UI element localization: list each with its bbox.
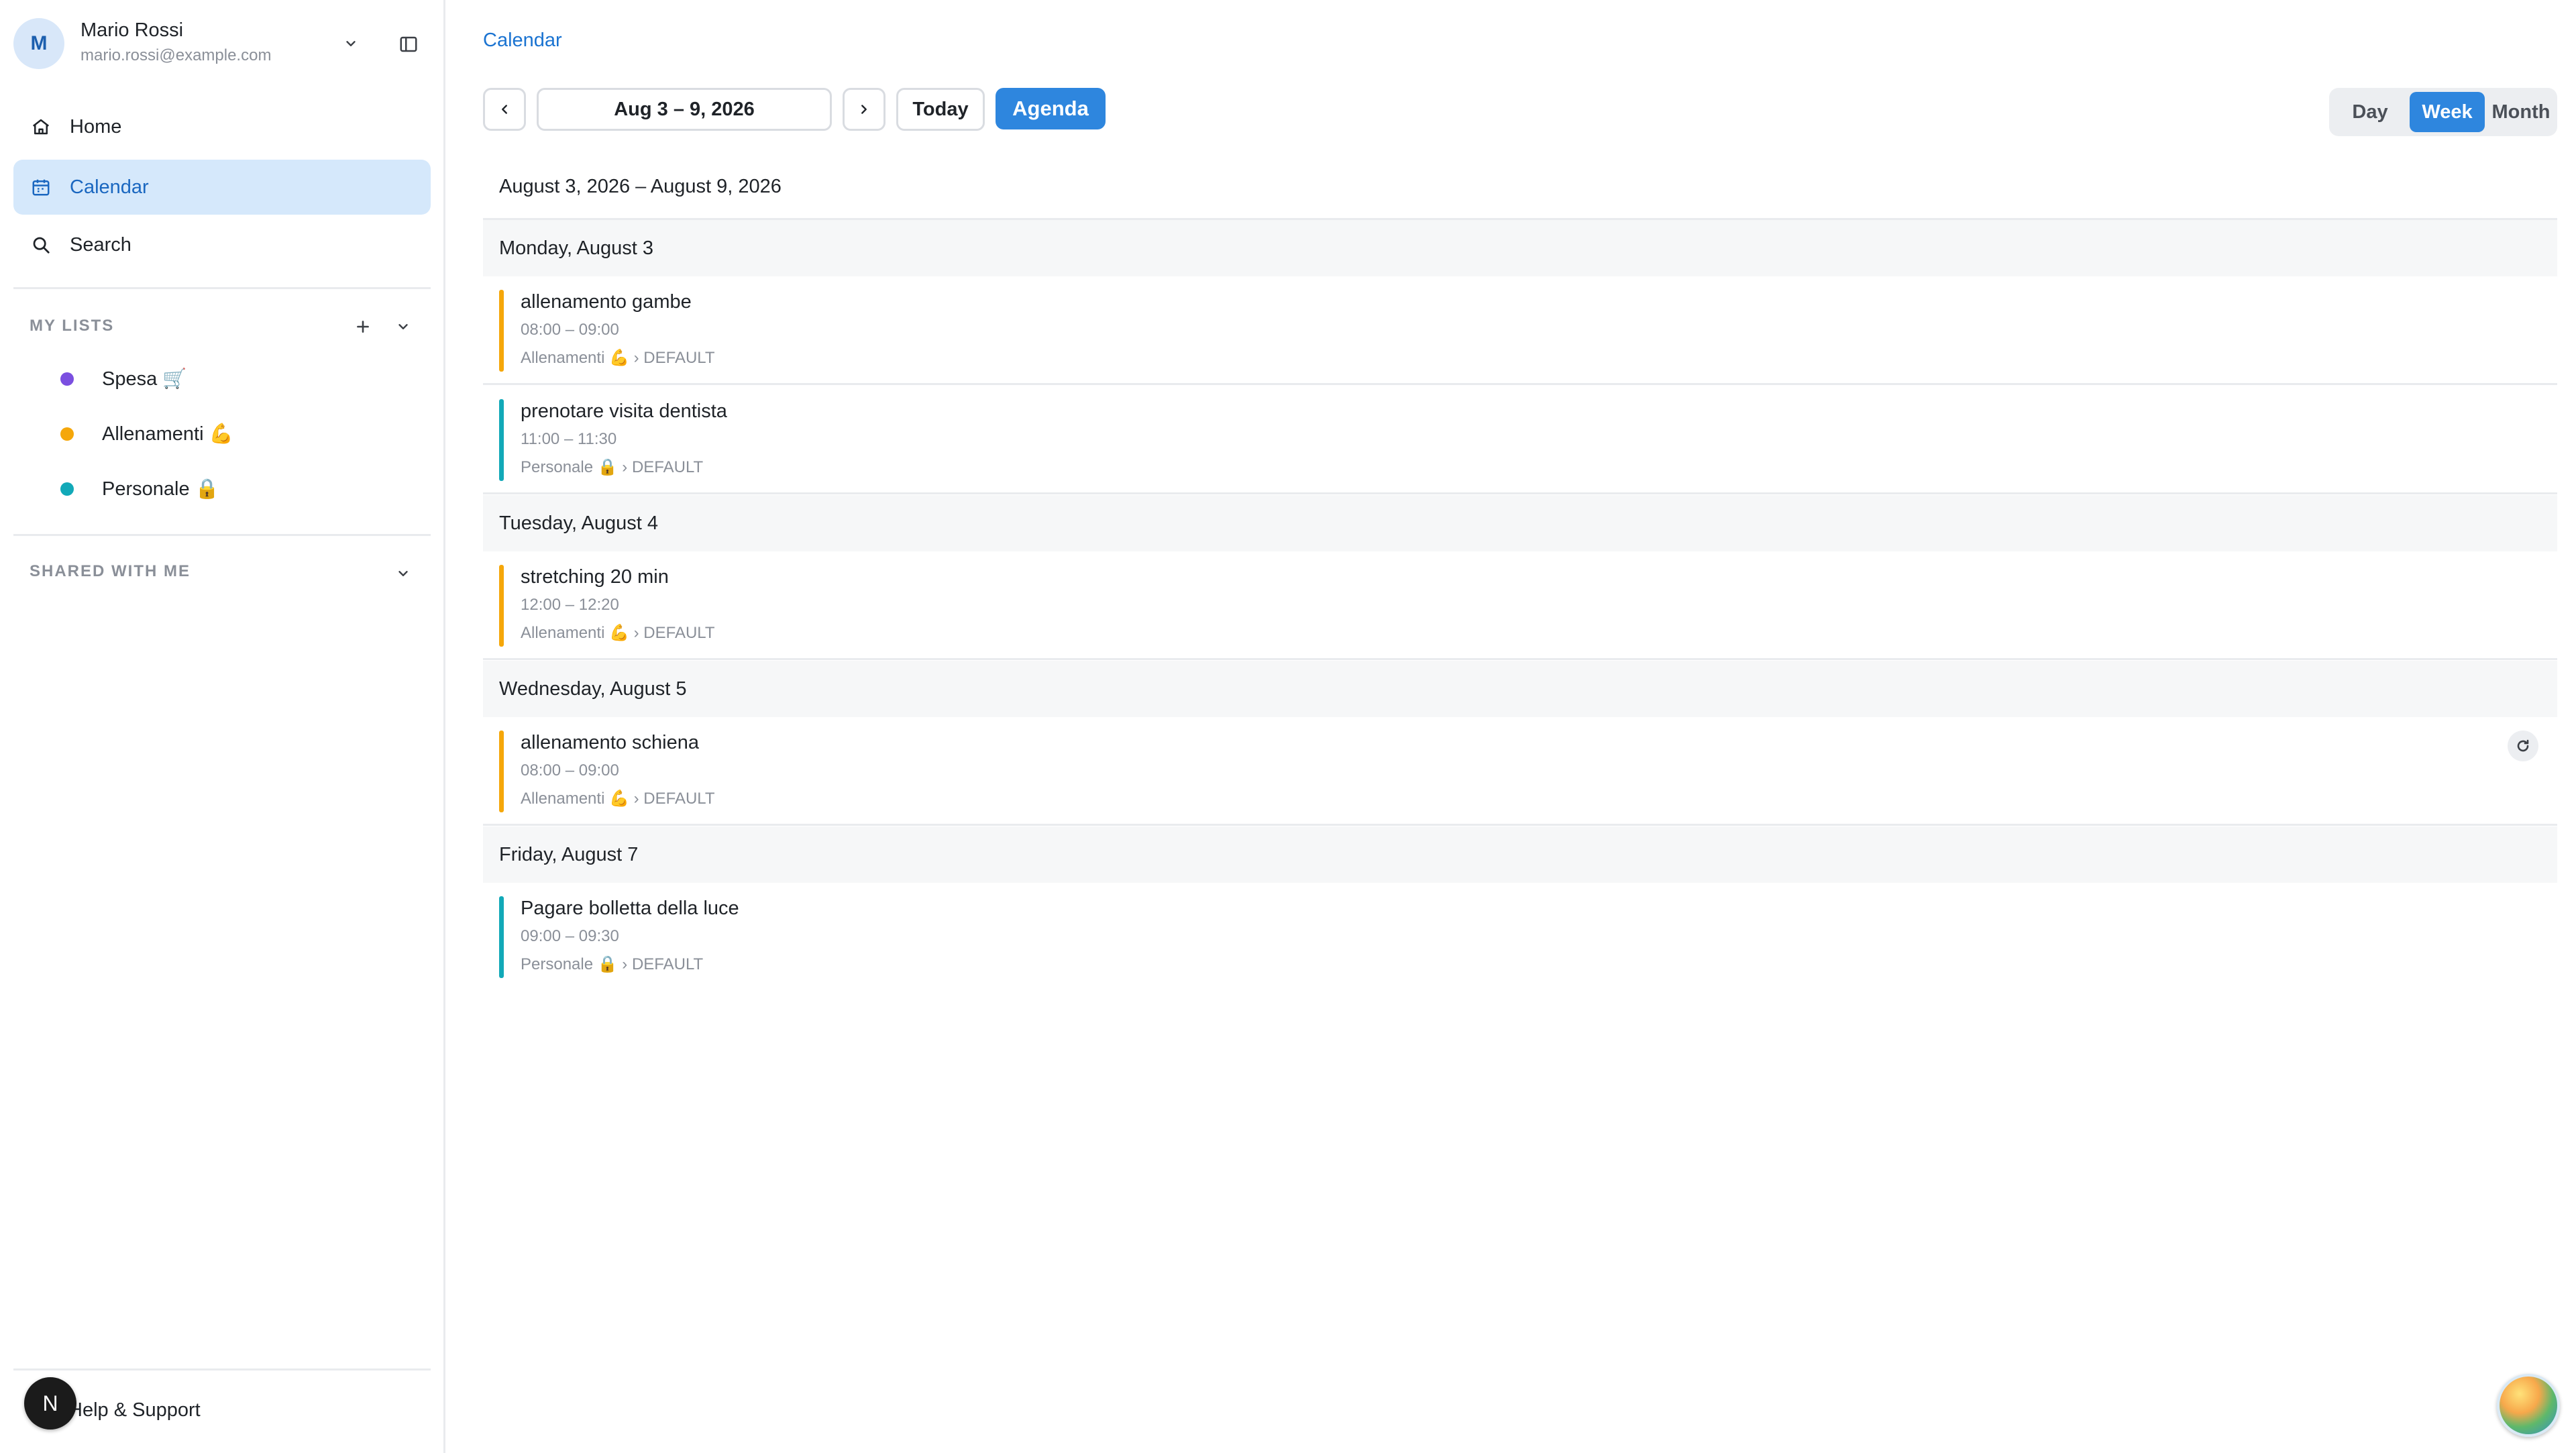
breadcrumb[interactable]: Calendar [483,30,562,52]
list-item-allenamenti[interactable]: Allenamenti 💪 [60,417,233,451]
nav-item-search[interactable]: Search [13,217,431,272]
nav-item-label: Search [70,233,131,256]
account-name: Mario Rossi [80,19,184,41]
event-item[interactable]: prenotare visita dentista 11:00 – 11:30 … [483,386,2557,494]
view-month-button[interactable]: Month [2487,92,2555,132]
event-title: allenamento schiena [521,732,700,753]
day-header: Tuesday, August 4 [483,495,2557,551]
nav-item-label: Calendar [70,176,149,198]
day-header: Wednesday, August 5 [483,661,2557,717]
event-time: 09:00 – 09:30 [521,927,619,945]
chevron-down-icon[interactable] [339,32,363,56]
sidebar-divider [13,534,431,536]
event-list-meta: Personale 🔒 › DEFAULT [521,955,704,973]
date-range-picker[interactable]: Aug 3 – 9, 2026 [537,88,832,131]
chevron-right-icon [861,105,867,114]
list-item-personale[interactable]: Personale 🔒 [60,472,219,506]
add-list-button[interactable] [352,315,374,338]
avatar: M [13,18,64,69]
list-color-dot [60,372,74,386]
my-lists-title: MY LISTS [30,317,115,335]
agenda-range-title: August 3, 2026 – August 9, 2026 [499,176,782,197]
event-item[interactable]: stretching 20 min 12:00 – 12:20 Allename… [483,551,2557,660]
calendar-icon [28,174,54,200]
event-title: prenotare visita dentista [521,400,727,422]
event-color-bar [499,565,504,647]
event-color-bar [499,399,504,481]
list-color-dot [60,427,74,441]
n-badge-button[interactable]: N [24,1377,76,1430]
event-title: allenamento gambe [521,291,692,313]
nav-item-home[interactable]: Home [13,99,431,154]
chevron-left-icon [502,105,507,114]
collapse-lists-chevron-icon[interactable] [392,315,415,338]
day-header: Friday, August 7 [483,826,2557,883]
assistant-widget-button[interactable] [2497,1374,2560,1437]
event-list-meta: Personale 🔒 › DEFAULT [521,458,704,476]
event-title: Pagare bolletta della luce [521,898,739,919]
next-week-button[interactable] [843,88,885,131]
event-time: 12:00 – 12:20 [521,596,619,614]
event-item[interactable]: allenamento gambe 08:00 – 09:00 Allename… [483,276,2557,385]
event-time: 08:00 – 09:00 [521,761,619,779]
event-title: stretching 20 min [521,566,669,588]
previous-week-button[interactable] [483,88,526,131]
list-item-label: Allenamenti 💪 [102,423,233,445]
event-item[interactable]: Pagare bolletta della luce 09:00 – 09:30… [483,883,2557,991]
collapse-shared-chevron-icon[interactable] [392,562,415,585]
view-day-button[interactable]: Day [2334,92,2406,132]
nav-item-calendar[interactable]: Calendar [13,160,431,215]
event-color-bar [499,731,504,812]
agenda-button[interactable]: Agenda [996,88,1106,129]
shared-with-me-title: SHARED WITH ME [30,562,191,580]
day-header: Monday, August 3 [483,220,2557,276]
event-list-meta: Allenamenti 💪 › DEFAULT [521,349,715,367]
sidebar-toggle-icon[interactable] [396,32,421,57]
event-item[interactable]: allenamento schiena 08:00 – 09:00 Allena… [483,717,2557,826]
search-icon [28,232,54,258]
view-switcher: Day Week Month [2329,88,2557,136]
event-color-bar [499,290,504,372]
event-color-bar [499,896,504,978]
account-email: mario.rossi@example.com [80,46,272,64]
list-item-label: Personale 🔒 [102,478,219,500]
sidebar-divider [13,1368,431,1370]
list-item-label: Spesa 🛒 [102,368,187,390]
nav-item-label: Home [70,115,122,138]
account-switcher[interactable]: M Mario Rossi mario.rossi@example.com [13,17,429,70]
list-item-spesa[interactable]: Spesa 🛒 [60,362,186,396]
view-week-button[interactable]: Week [2410,92,2485,132]
list-color-dot [60,482,74,496]
event-list-meta: Allenamenti 💪 › DEFAULT [521,624,715,642]
repeat-icon [2508,731,2538,761]
sidebar-divider [13,287,431,289]
event-list-meta: Allenamenti 💪 › DEFAULT [521,790,715,808]
event-time: 08:00 – 09:00 [521,321,619,339]
today-button[interactable]: Today [896,88,985,131]
home-icon [28,114,54,140]
sidebar: M Mario Rossi mario.rossi@example.com Ho… [0,0,445,1453]
event-time: 11:00 – 11:30 [521,430,617,448]
